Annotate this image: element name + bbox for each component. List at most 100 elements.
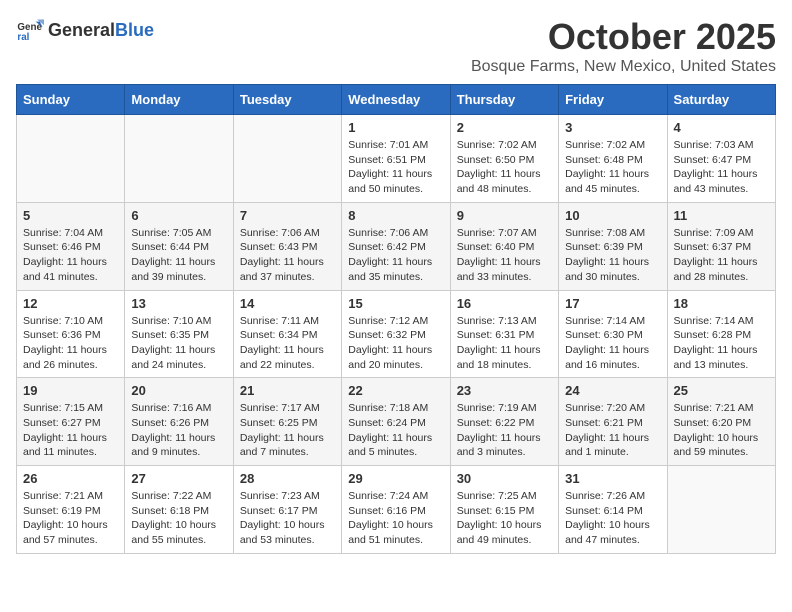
table-row: 22 Sunrise: 7:18 AM Sunset: 6:24 PM Dayli… xyxy=(342,378,450,466)
table-row: 8Sunrise: 7:06 AM Sunset: 6:42 PM Daylig… xyxy=(342,202,450,290)
table-row: 29 Sunrise: 7:24 AM Sunset: 6:16 PM Dayli… xyxy=(342,466,450,554)
calendar-week-row: 19 Sunrise: 7:15 AM Sunset: 6:27 PM Dayli… xyxy=(17,378,776,466)
table-row: 27 Sunrise: 7:22 AM Sunset: 6:18 PM Dayli… xyxy=(125,466,233,554)
day-info: Sunrise: 7:06 AM Sunset: 6:42 PM Dayligh… xyxy=(348,226,443,285)
day-info: Sunrise: 7:14 AM Sunset: 6:30 PM Dayligh… xyxy=(565,314,660,373)
day-number: 10 xyxy=(565,208,660,223)
day-info: Sunrise: 7:26 AM Sunset: 6:14 PM Dayligh… xyxy=(565,489,660,548)
day-info: Sunrise: 7:03 AM Sunset: 6:47 PM Dayligh… xyxy=(674,138,769,197)
table-row: 25 Sunrise: 7:21 AM Sunset: 6:20 PM Dayli… xyxy=(667,378,775,466)
table-row: 12 Sunrise: 7:10 AM Sunset: 6:36 PM Dayli… xyxy=(17,290,125,378)
table-row: 26 Sunrise: 7:21 AM Sunset: 6:19 PM Dayli… xyxy=(17,466,125,554)
day-number: 5 xyxy=(23,208,118,223)
table-row: 6 Sunrise: 7:05 AM Sunset: 6:44 PM Daylig… xyxy=(125,202,233,290)
table-row: 1Sunrise: 7:01 AM Sunset: 6:51 PM Daylig… xyxy=(342,115,450,203)
logo-text: GeneralBlue xyxy=(48,20,154,41)
day-info: Sunrise: 7:25 AM Sunset: 6:15 PM Dayligh… xyxy=(457,489,552,548)
day-number: 12 xyxy=(23,296,118,311)
day-info: Sunrise: 7:13 AM Sunset: 6:31 PM Dayligh… xyxy=(457,314,552,373)
col-monday: Monday xyxy=(125,85,233,115)
day-number: 15 xyxy=(348,296,443,311)
day-number: 22 xyxy=(348,383,443,398)
day-info: Sunrise: 7:10 AM Sunset: 6:36 PM Dayligh… xyxy=(23,314,118,373)
table-row xyxy=(667,466,775,554)
table-row: 14 Sunrise: 7:11 AM Sunset: 6:34 PM Dayli… xyxy=(233,290,341,378)
page-header: Gene ral GeneralBlue October 2025 Bosque… xyxy=(16,16,776,76)
table-row: 28Sunrise: 7:23 AM Sunset: 6:17 PM Dayli… xyxy=(233,466,341,554)
day-number: 4 xyxy=(674,120,769,135)
logo-blue: Blue xyxy=(115,20,154,41)
day-number: 28 xyxy=(240,471,335,486)
day-number: 20 xyxy=(131,383,226,398)
day-number: 29 xyxy=(348,471,443,486)
table-row: 19 Sunrise: 7:15 AM Sunset: 6:27 PM Dayli… xyxy=(17,378,125,466)
day-info: Sunrise: 7:21 AM Sunset: 6:20 PM Dayligh… xyxy=(674,401,769,460)
calendar-week-row: 1Sunrise: 7:01 AM Sunset: 6:51 PM Daylig… xyxy=(17,115,776,203)
day-number: 9 xyxy=(457,208,552,223)
day-info: Sunrise: 7:20 AM Sunset: 6:21 PM Dayligh… xyxy=(565,401,660,460)
table-row: 24 Sunrise: 7:20 AM Sunset: 6:21 PM Dayli… xyxy=(559,378,667,466)
day-number: 13 xyxy=(131,296,226,311)
day-info: Sunrise: 7:22 AM Sunset: 6:18 PM Dayligh… xyxy=(131,489,226,548)
day-number: 14 xyxy=(240,296,335,311)
table-row: 16 Sunrise: 7:13 AM Sunset: 6:31 PM Dayli… xyxy=(450,290,558,378)
day-info: Sunrise: 7:24 AM Sunset: 6:16 PM Dayligh… xyxy=(348,489,443,548)
day-info: Sunrise: 7:08 AM Sunset: 6:39 PM Dayligh… xyxy=(565,226,660,285)
day-number: 7 xyxy=(240,208,335,223)
day-info: Sunrise: 7:02 AM Sunset: 6:48 PM Dayligh… xyxy=(565,138,660,197)
table-row: 10 Sunrise: 7:08 AM Sunset: 6:39 PM Dayli… xyxy=(559,202,667,290)
day-number: 26 xyxy=(23,471,118,486)
table-row xyxy=(17,115,125,203)
col-saturday: Saturday xyxy=(667,85,775,115)
table-row xyxy=(125,115,233,203)
day-info: Sunrise: 7:17 AM Sunset: 6:25 PM Dayligh… xyxy=(240,401,335,460)
day-number: 18 xyxy=(674,296,769,311)
day-number: 2 xyxy=(457,120,552,135)
day-number: 27 xyxy=(131,471,226,486)
table-row xyxy=(233,115,341,203)
day-info: Sunrise: 7:04 AM Sunset: 6:46 PM Dayligh… xyxy=(23,226,118,285)
day-number: 19 xyxy=(23,383,118,398)
day-info: Sunrise: 7:06 AM Sunset: 6:43 PM Dayligh… xyxy=(240,226,335,285)
table-row: 23 Sunrise: 7:19 AM Sunset: 6:22 PM Dayli… xyxy=(450,378,558,466)
table-row: 21Sunrise: 7:17 AM Sunset: 6:25 PM Dayli… xyxy=(233,378,341,466)
col-tuesday: Tuesday xyxy=(233,85,341,115)
calendar-week-row: 5 Sunrise: 7:04 AM Sunset: 6:46 PM Daylig… xyxy=(17,202,776,290)
calendar-header-row: Sunday Monday Tuesday Wednesday Thursday… xyxy=(17,85,776,115)
day-info: Sunrise: 7:15 AM Sunset: 6:27 PM Dayligh… xyxy=(23,401,118,460)
day-number: 30 xyxy=(457,471,552,486)
day-info: Sunrise: 7:07 AM Sunset: 6:40 PM Dayligh… xyxy=(457,226,552,285)
day-info: Sunrise: 7:09 AM Sunset: 6:37 PM Dayligh… xyxy=(674,226,769,285)
day-number: 3 xyxy=(565,120,660,135)
day-info: Sunrise: 7:14 AM Sunset: 6:28 PM Dayligh… xyxy=(674,314,769,373)
day-number: 25 xyxy=(674,383,769,398)
day-info: Sunrise: 7:21 AM Sunset: 6:19 PM Dayligh… xyxy=(23,489,118,548)
day-info: Sunrise: 7:05 AM Sunset: 6:44 PM Dayligh… xyxy=(131,226,226,285)
col-thursday: Thursday xyxy=(450,85,558,115)
day-info: Sunrise: 7:19 AM Sunset: 6:22 PM Dayligh… xyxy=(457,401,552,460)
calendar-week-row: 26 Sunrise: 7:21 AM Sunset: 6:19 PM Dayli… xyxy=(17,466,776,554)
title-area: October 2025 Bosque Farms, New Mexico, U… xyxy=(471,16,776,76)
day-number: 23 xyxy=(457,383,552,398)
day-number: 1 xyxy=(348,120,443,135)
col-friday: Friday xyxy=(559,85,667,115)
month-title: October 2025 xyxy=(471,16,776,58)
table-row: 2 Sunrise: 7:02 AM Sunset: 6:50 PM Daylig… xyxy=(450,115,558,203)
day-info: Sunrise: 7:18 AM Sunset: 6:24 PM Dayligh… xyxy=(348,401,443,460)
calendar-week-row: 12 Sunrise: 7:10 AM Sunset: 6:36 PM Dayli… xyxy=(17,290,776,378)
day-info: Sunrise: 7:02 AM Sunset: 6:50 PM Dayligh… xyxy=(457,138,552,197)
table-row: 13Sunrise: 7:10 AM Sunset: 6:35 PM Dayli… xyxy=(125,290,233,378)
day-number: 24 xyxy=(565,383,660,398)
calendar-table: Sunday Monday Tuesday Wednesday Thursday… xyxy=(16,84,776,554)
day-info: Sunrise: 7:11 AM Sunset: 6:34 PM Dayligh… xyxy=(240,314,335,373)
logo-icon: Gene ral xyxy=(16,16,44,44)
day-number: 11 xyxy=(674,208,769,223)
col-wednesday: Wednesday xyxy=(342,85,450,115)
logo: Gene ral GeneralBlue xyxy=(16,16,154,44)
day-number: 16 xyxy=(457,296,552,311)
table-row: 4 Sunrise: 7:03 AM Sunset: 6:47 PM Daylig… xyxy=(667,115,775,203)
table-row: 3 Sunrise: 7:02 AM Sunset: 6:48 PM Daylig… xyxy=(559,115,667,203)
day-number: 6 xyxy=(131,208,226,223)
logo-general: General xyxy=(48,20,115,41)
table-row: 7 Sunrise: 7:06 AM Sunset: 6:43 PM Daylig… xyxy=(233,202,341,290)
